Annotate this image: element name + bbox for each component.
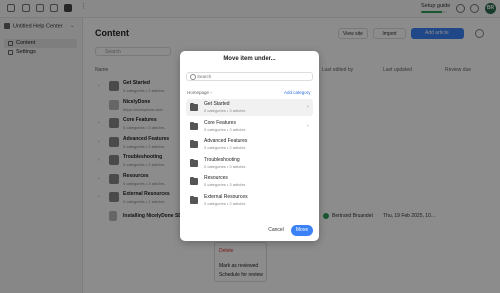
- folder-icon: [190, 195, 198, 204]
- dialog-list-item[interactable]: External Resources 0 categories • 2 arti…: [186, 192, 313, 209]
- dialog-search[interactable]: [186, 72, 313, 81]
- dialog-list-item[interactable]: Resources 0 categories • 3 articles: [186, 173, 313, 190]
- dialog-list-item[interactable]: Core Features 0 categories • 3 articles …: [186, 118, 313, 135]
- dialog-list-item[interactable]: Advanced Features 0 categories • 2 artic…: [186, 136, 313, 153]
- item-subtitle: 0 categories • 3 articles: [204, 182, 246, 187]
- item-title: Core Features: [204, 120, 236, 126]
- folder-icon: [190, 139, 198, 148]
- breadcrumb[interactable]: Homepage ›: [187, 90, 212, 95]
- item-subtitle: 0 categories • 3 articles: [204, 127, 246, 132]
- item-subtitle: 0 categories • 2 articles: [204, 145, 246, 150]
- cancel-button[interactable]: Cancel: [266, 226, 286, 235]
- item-title: Advanced Features: [204, 138, 248, 144]
- dialog-title: Move item under...: [223, 56, 276, 62]
- dialog-list-item[interactable]: Get Started 0 categories • 3 articles ›: [186, 99, 313, 116]
- search-icon: [190, 74, 196, 80]
- item-title: Resources: [204, 175, 228, 181]
- move-button[interactable]: Move: [291, 225, 313, 236]
- item-subtitle: 0 categories • 3 articles: [204, 164, 246, 169]
- dialog-list-item[interactable]: Troubleshooting 0 categories • 3 article…: [186, 155, 313, 172]
- item-title: Troubleshooting: [204, 157, 240, 163]
- item-title: External Resources: [204, 194, 248, 200]
- folder-icon: [190, 158, 198, 167]
- item-title: Get Started: [204, 101, 230, 107]
- add-category-link[interactable]: Add category: [284, 90, 311, 95]
- item-subtitle: 0 categories • 3 articles: [204, 108, 246, 113]
- dialog-search-input[interactable]: [197, 73, 307, 80]
- chevron-right-icon[interactable]: ›: [307, 104, 309, 110]
- item-subtitle: 0 categories • 2 articles: [204, 201, 246, 206]
- move-item-dialog: Move item under... Homepage › Add catego…: [180, 51, 319, 241]
- folder-icon: [190, 121, 198, 130]
- folder-icon: [190, 102, 198, 111]
- folder-icon: [190, 176, 198, 185]
- chevron-right-icon[interactable]: ›: [307, 123, 309, 129]
